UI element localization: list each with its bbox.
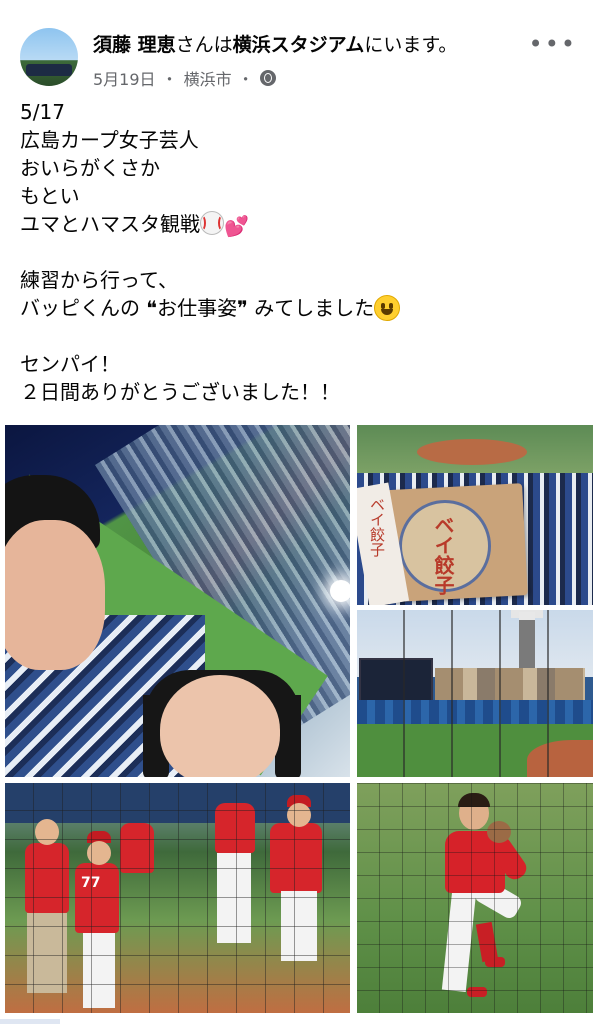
location-link[interactable]: 横浜スタジアム <box>233 34 365 56</box>
photo-gyoza-box[interactable]: ベイ餃子 ベイ餃子 <box>357 425 593 605</box>
connector-text: さんは <box>175 34 233 56</box>
bottom-divider <box>0 1016 599 1024</box>
smile-emoji-icon <box>374 295 401 321</box>
text-segment: みてしました <box>247 296 375 320</box>
photo-stadium-scoreboard[interactable] <box>357 610 593 777</box>
text-line: 5/17 <box>20 100 65 124</box>
author-name[interactable]: 須藤 理恵 <box>93 34 176 56</box>
text-segment: ユマとハマスタ観戦 <box>20 212 200 236</box>
meta-separator: ・ <box>161 70 178 89</box>
photo-selfie-stadium[interactable] <box>5 425 350 777</box>
text-line: ２日間ありがとうございました！！ <box>20 380 340 404</box>
text-line: 広島カープ女子芸人 <box>20 128 199 152</box>
post-body: 5/17 広島カープ女子芸人 おいらがくさか もとい ユマとハマスタ観戦 💕 練習… <box>20 98 580 406</box>
tag-label: ベイ餃子 <box>368 497 386 557</box>
post-date[interactable]: 5月19日 <box>93 66 156 90</box>
text-line: 練習から行って、 <box>20 268 178 292</box>
text-segment: バッピくんの <box>20 296 147 320</box>
photo-pitcher[interactable] <box>357 783 593 1013</box>
two-hearts-emoji-icon: 💕 <box>224 214 249 238</box>
globe-icon <box>259 70 276 86</box>
text-line: おいらがくさか <box>20 156 160 180</box>
quote-close-icon: ❞ <box>237 296 248 320</box>
post-city[interactable]: 横浜市 <box>184 66 232 90</box>
more-options-icon[interactable]: ••• <box>529 30 577 58</box>
text-line: もとい <box>20 184 80 208</box>
author-avatar[interactable] <box>20 28 78 86</box>
baseball-emoji-icon <box>200 211 224 235</box>
post-author-line: 須藤 理恵さんは横浜スタジアムにいます。 <box>93 32 457 58</box>
box-label: ベイ餃子 <box>431 515 455 595</box>
quote-open-icon: ❝ <box>146 296 158 320</box>
post-meta: 5月19日 ・ 横浜市 ・ <box>93 66 276 90</box>
text-segment: お仕事姿 <box>157 296 238 320</box>
text-line-emoji: バッピくんの ❝お仕事姿❞ みてしました <box>20 294 580 322</box>
meta-separator-2: ・ <box>237 70 254 89</box>
text-line-emoji: ユマとハマスタ観戦 💕 <box>20 210 580 238</box>
location-suffix: にいます。 <box>364 34 458 56</box>
text-line: センパイ！ <box>20 352 120 376</box>
photo-players-fence[interactable]: 77 <box>5 783 350 1013</box>
post-header: 須藤 理恵さんは横浜スタジアムにいます。 5月19日 ・ 横浜市 ・ ••• <box>0 0 599 96</box>
